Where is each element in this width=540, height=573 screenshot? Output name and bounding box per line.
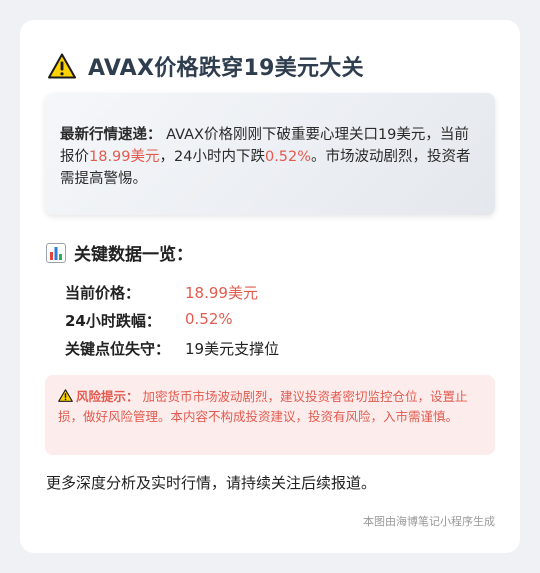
data-label: 关键点位失守： (65, 340, 171, 358)
key-data-title: 关键数据一览： (74, 245, 193, 265)
warning-icon (48, 53, 76, 79)
bar-chart-icon (46, 242, 66, 263)
page-title: AVAX价格跌穿19美元大关 (88, 56, 364, 81)
data-value: 0.52% (185, 310, 233, 328)
alert-change: 0.52% (264, 149, 312, 165)
data-row-price: 当前价格： 18.99美元 (65, 282, 485, 310)
news-card: AVAX价格跌穿19美元大关 最新行情速递： AVAX价格刚刚下破重要心理关口1… (20, 20, 520, 553)
footer-credit: 本图由海博笔记小程序生成 (363, 515, 495, 528)
warning-icon (58, 388, 73, 402)
data-value: 19美元支撑位 (185, 340, 280, 358)
header: AVAX价格跌穿19美元大关 (48, 50, 364, 82)
data-row-support: 关键点位失守： 19美元支撑位 (65, 338, 485, 366)
alert-text: ，24小时内下跌 (159, 149, 265, 165)
risk-head: 风险提示： (76, 389, 139, 404)
follow-up-text: 更多深度分析及实时行情，请持续关注后续报道。 (46, 474, 377, 492)
market-alert-box: 最新行情速递： AVAX价格刚刚下破重要心理关口19美元，当前报价18.99美元… (45, 93, 495, 215)
data-row-change: 24小时跌幅： 0.52% (65, 310, 485, 338)
alert-lead: 最新行情速递： (60, 127, 162, 143)
risk-warning-box: 风险提示： 加密货币市场波动剧烈，建议投资者密切监控仓位，设置止损，做好风险管理… (45, 375, 495, 455)
key-data-list: 当前价格： 18.99美元 24小时跌幅： 0.52% 关键点位失守： 19美元… (65, 282, 485, 366)
alert-price: 18.99美元 (89, 149, 160, 165)
data-label: 24小时跌幅： (65, 312, 161, 330)
data-value: 18.99美元 (185, 284, 258, 302)
key-data-heading: 关键数据一览： (46, 240, 193, 265)
data-label: 当前价格： (65, 284, 141, 302)
